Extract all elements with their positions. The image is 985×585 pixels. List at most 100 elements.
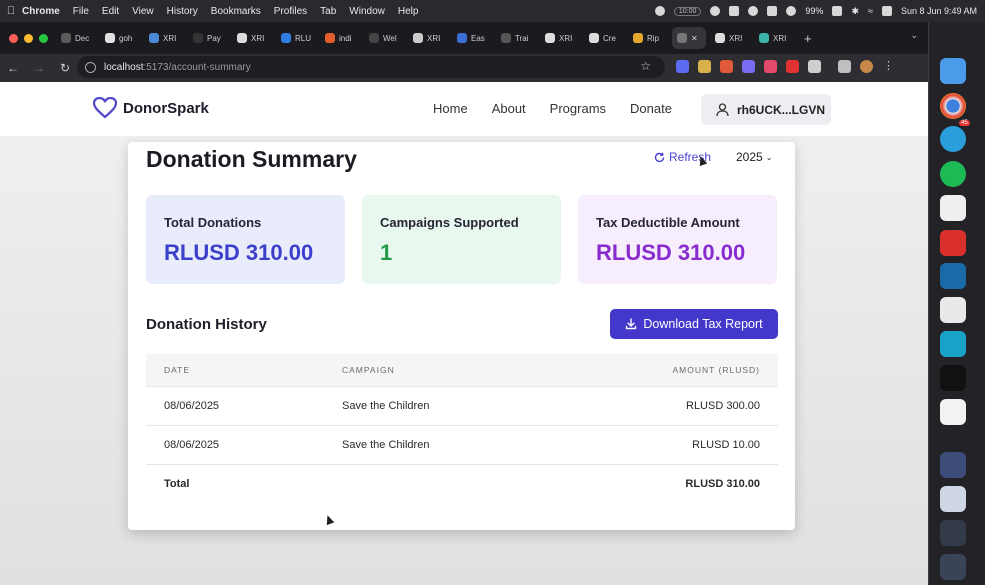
calendar-app-icon[interactable] <box>940 195 966 221</box>
browser-tab[interactable]: Rip <box>628 27 668 49</box>
record-icon[interactable] <box>654 6 665 16</box>
battery-percent[interactable]: 99% <box>805 6 823 16</box>
nav-about-link[interactable]: About <box>492 101 526 116</box>
cloud-icon[interactable] <box>710 6 721 16</box>
back-arrow-icon[interactable]: ← <box>0 61 26 75</box>
nav-programs-link[interactable]: Programs <box>550 101 606 116</box>
browser-tab[interactable]: XRI <box>710 27 750 49</box>
tab-favicon <box>545 33 555 43</box>
stat-label: Total Donations <box>164 215 262 230</box>
tab-label: Cre <box>603 33 616 43</box>
extension-icon[interactable] <box>676 60 689 73</box>
calendar-icon[interactable] <box>729 6 740 16</box>
canva-icon[interactable] <box>940 331 966 357</box>
acrobat-icon[interactable] <box>940 230 966 256</box>
year-select[interactable]: 2025 ⌄ <box>736 150 772 164</box>
url-text[interactable]: localhost:5173/account-summary <box>104 62 251 73</box>
browser-tab[interactable]: XRI <box>540 27 580 49</box>
site-nav: Home About Programs Donate <box>433 101 672 116</box>
download-icon[interactable] <box>838 60 851 73</box>
tab-favicon <box>633 33 643 43</box>
address-bar[interactable]: localhost:5173/account-summary ☆ <box>77 56 665 78</box>
menu-bookmarks[interactable]: Bookmarks <box>211 6 261 17</box>
new-tab-plus-icon[interactable]: + <box>804 31 812 46</box>
site-info-icon[interactable] <box>85 61 96 73</box>
browser-tab[interactable]: Eas <box>452 27 492 49</box>
menu-view[interactable]: View <box>132 6 154 17</box>
profile-avatar-icon[interactable] <box>860 60 873 73</box>
wifi-icon[interactable]: ≈ <box>868 6 873 16</box>
chrome-icon[interactable] <box>940 93 966 119</box>
timer-badge[interactable]: 10:00 <box>673 6 702 16</box>
app-icon[interactable] <box>940 297 966 323</box>
menu-history[interactable]: History <box>167 6 198 17</box>
browser-tab[interactable]: XRI <box>232 27 272 49</box>
menu-edit[interactable]: Edit <box>102 6 119 17</box>
telegram-icon[interactable] <box>940 126 966 152</box>
forward-arrow-icon[interactable]: → <box>26 61 52 75</box>
window-thumbnail[interactable] <box>940 520 966 546</box>
control-center-icon[interactable] <box>881 6 892 16</box>
tab-search-chevron-icon[interactable]: ⌄ <box>910 30 918 41</box>
total-donations-card: Total Donations RLUSD 310.00 <box>146 195 345 284</box>
extension-icon[interactable] <box>786 60 799 73</box>
browser-tab[interactable]: indi <box>320 27 360 49</box>
bookmark-star-icon[interactable]: ☆ <box>640 59 651 73</box>
tab-label: Wel <box>383 33 397 43</box>
window-thumbnail[interactable] <box>940 486 966 512</box>
browser-tab-active[interactable]: ✕ <box>672 27 706 49</box>
extension-icon[interactable] <box>764 60 777 73</box>
browser-menu-icon[interactable]: ⋮ <box>882 60 895 73</box>
menu-tab[interactable]: Tab <box>320 6 336 17</box>
browser-tab[interactable]: Dec <box>56 27 96 49</box>
close-window-button[interactable] <box>9 33 18 43</box>
play-icon[interactable] <box>786 6 797 16</box>
apple-menu-icon[interactable]:  <box>0 5 22 17</box>
extension-icon[interactable] <box>698 60 711 73</box>
browser-tab[interactable]: Trai <box>496 27 536 49</box>
brand-logo[interactable]: DonorSpark <box>93 97 209 119</box>
moon-icon[interactable] <box>748 6 759 16</box>
nav-donate-link[interactable]: Donate <box>630 101 672 116</box>
download-tax-report-button[interactable]: Download Tax Report <box>610 309 778 339</box>
tab-label: indi <box>339 33 352 43</box>
app-icon[interactable] <box>940 263 966 289</box>
clock-datetime[interactable]: Sun 8 Jun 9:49 AM <box>901 6 977 16</box>
menu-app-name[interactable]: Chrome <box>22 6 60 17</box>
browser-tab[interactable]: XRI <box>144 27 184 49</box>
zoom-window-button[interactable] <box>39 33 48 43</box>
finder-icon[interactable] <box>940 58 966 84</box>
browser-tab[interactable]: XRI <box>408 27 448 49</box>
browser-tab[interactable]: Pay <box>188 27 228 49</box>
window-thumbnail[interactable] <box>940 554 966 580</box>
menu-profiles[interactable]: Profiles <box>274 6 307 17</box>
browser-tab[interactable]: Wel <box>364 27 404 49</box>
extensions-puzzle-icon[interactable] <box>808 60 821 73</box>
spotify-icon[interactable] <box>940 161 966 187</box>
capcut-icon[interactable] <box>940 399 966 425</box>
window-controls <box>0 33 56 43</box>
menu-window[interactable]: Window <box>349 6 385 17</box>
window-thumbnail[interactable] <box>940 452 966 478</box>
table-total-row: Total RLUSD 310.00 <box>146 464 778 503</box>
notification-badge: 45 <box>959 120 970 126</box>
browser-tab[interactable]: Cre <box>584 27 624 49</box>
bluetooth-icon[interactable]: ✱ <box>851 6 859 17</box>
web-page: DonorSpark Home About Programs Donate rh… <box>0 82 928 585</box>
terminal-icon[interactable] <box>940 365 966 391</box>
minimize-window-button[interactable] <box>24 33 33 43</box>
menu-help[interactable]: Help <box>398 6 419 17</box>
wallet-account-button[interactable]: rh6UCK...LGVN <box>701 94 831 125</box>
extension-icon[interactable] <box>720 60 733 73</box>
reload-icon[interactable]: ↻ <box>52 61 78 75</box>
nav-home-link[interactable]: Home <box>433 101 468 116</box>
menu-file[interactable]: File <box>73 6 89 17</box>
browser-tab[interactable]: RLU <box>276 27 316 49</box>
extension-icon[interactable] <box>742 60 755 73</box>
brand-name: DonorSpark <box>123 99 209 117</box>
tab-close-icon[interactable]: ✕ <box>691 34 698 43</box>
display-icon[interactable] <box>767 6 778 16</box>
battery-icon[interactable] <box>832 6 843 16</box>
browser-tab[interactable]: XRI <box>754 27 794 49</box>
browser-tab[interactable]: goh <box>100 27 140 49</box>
